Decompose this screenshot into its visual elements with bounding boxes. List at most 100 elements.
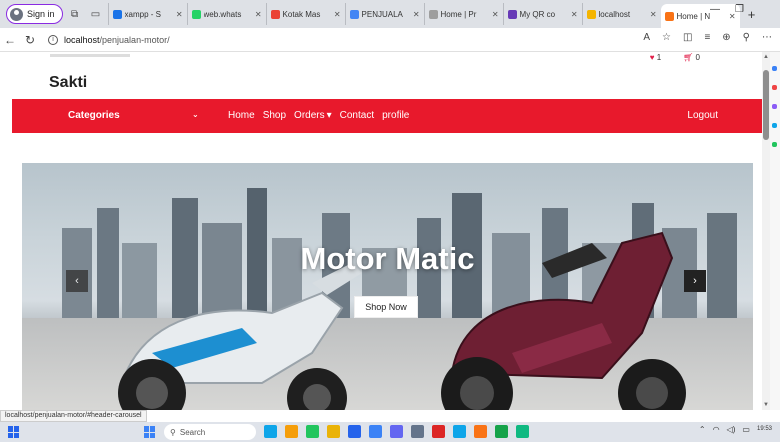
browser-tab[interactable]: Home | N ✕ [660, 4, 740, 28]
close-icon[interactable]: ✕ [413, 10, 420, 19]
refresh-button[interactable]: ↻ [20, 33, 40, 47]
wishlist-link[interactable]: ♥ 1 [650, 53, 661, 62]
taskbar-search-input[interactable]: ⚲ Search [164, 424, 256, 440]
profile-signin-button[interactable]: Sign in [6, 4, 63, 24]
close-icon[interactable]: ✕ [492, 10, 499, 19]
taskbar-app-icon[interactable] [495, 425, 508, 438]
browser-tab[interactable]: web.whats ✕ [186, 3, 266, 25]
taskbar-app-icon[interactable] [453, 425, 466, 438]
taskbar-app-icon[interactable] [369, 425, 382, 438]
taskbar-app-icon[interactable] [390, 425, 403, 438]
close-icon[interactable]: ✕ [255, 10, 262, 19]
tab-favicon-icon [270, 9, 280, 19]
carousel-title: Motor Matic [300, 241, 475, 276]
collections-icon[interactable]: ⊕ [722, 32, 730, 43]
url-field[interactable]: i localhost/penjualan-motor/ [48, 34, 170, 45]
windows-taskbar: ⚲ Search ⌃ ◠ ◁) ▭ 19:53 [0, 422, 780, 442]
shopping-icon[interactable] [772, 85, 777, 90]
cart-link[interactable]: 🛒︎ 0 [683, 53, 700, 62]
clock[interactable]: 19:53 [757, 426, 772, 433]
nav-link-profile[interactable]: profile [382, 110, 409, 121]
taskbar-app-icon[interactable] [474, 425, 487, 438]
browser-tab[interactable]: localhost ✕ [581, 3, 661, 25]
tab-title: localhost [598, 9, 631, 19]
taskbar-app-icon[interactable] [285, 425, 298, 438]
browser-tab[interactable]: Home | Pr ✕ [423, 3, 503, 25]
nav-link-home[interactable]: Home [228, 110, 255, 121]
workspaces-icon[interactable]: ⧉ [66, 5, 84, 23]
maroon-scooter-image [441, 231, 686, 410]
wishlist-count: 1 [656, 53, 662, 62]
heart-icon: ♥ [649, 53, 655, 62]
restore-button[interactable]: ❐ [735, 4, 744, 15]
new-tab-button[interactable]: + [743, 7, 761, 22]
more-menu-icon[interactable]: ⋯ [762, 32, 772, 43]
address-bar: ← ↻ i localhost/penjualan-motor/ A ☆ ◫ ≡… [0, 28, 780, 52]
close-icon[interactable]: ✕ [334, 10, 341, 19]
site-brand[interactable]: Sakti [49, 74, 87, 92]
battery-icon[interactable]: ▭ [742, 425, 750, 434]
taskbar-app-icon[interactable] [327, 425, 340, 438]
taskbar-app-icon[interactable] [348, 425, 361, 438]
taskbar-app-icon[interactable] [516, 425, 529, 438]
browser-tab[interactable]: My QR co ✕ [502, 3, 582, 25]
system-tray: ⌃ ◠ ◁) ▭ 19:53 [699, 425, 772, 434]
site-info-icon[interactable]: i [48, 34, 58, 45]
nav-link-shop[interactable]: Shop [263, 110, 286, 121]
tab-strip: xampp - S ✕ web.whats ✕ Kotak Mas ✕ PENJUALA ✕ H… [107, 0, 740, 28]
extensions-icon[interactable]: ⚲ [743, 32, 750, 43]
tab-title: PENJUALA [361, 9, 403, 19]
close-icon[interactable]: ✕ [650, 10, 657, 19]
carousel-next-button[interactable]: › [684, 270, 706, 292]
page-scrollbar[interactable]: ▲ ▼ [762, 52, 770, 410]
signin-label: Sign in [27, 9, 55, 19]
browser-tab[interactable]: xampp - S ✕ [107, 3, 187, 25]
categories-toggle[interactable]: Categories [68, 110, 120, 121]
nav-link-orders[interactable]: Orders [294, 110, 325, 121]
orders-caret-icon[interactable]: ▾ [327, 110, 332, 121]
scroll-up-icon[interactable]: ▲ [763, 54, 769, 60]
close-icon[interactable]: ✕ [571, 10, 578, 19]
logout-link[interactable]: Logout [687, 110, 718, 121]
browser-tab[interactable]: Kotak Mas ✕ [265, 3, 345, 25]
taskbar-app-icon[interactable] [411, 425, 424, 438]
read-aloud-icon[interactable]: A [643, 32, 650, 43]
taskbar-app-icon[interactable] [306, 425, 319, 438]
edge-sidebar [770, 52, 780, 410]
main-navbar: Categories ⌄ Home Shop Orders ▾ Contact profi… [12, 99, 762, 133]
start-button-icon[interactable] [144, 426, 156, 438]
tab-actions-icon[interactable]: ▭ [87, 5, 105, 23]
scroll-down-icon[interactable]: ▼ [763, 402, 769, 408]
wifi-icon[interactable]: ◠ [713, 425, 720, 434]
search-placeholder: Search [179, 427, 206, 437]
taskbar-app-icon[interactable] [432, 425, 445, 438]
header-icons: ♥ 1 🛒︎ 0 [650, 53, 700, 62]
tools-icon[interactable] [772, 104, 777, 109]
close-icon[interactable]: ✕ [176, 10, 183, 19]
games-icon[interactable] [772, 123, 777, 128]
tab-title: Home | Pr [440, 9, 477, 19]
chevron-up-icon[interactable]: ⌃ [699, 425, 706, 434]
volume-icon[interactable]: ◁) [727, 425, 736, 434]
tab-favicon-icon [112, 9, 122, 19]
scroll-thumb[interactable] [763, 70, 769, 140]
tab-favicon-icon [428, 9, 438, 19]
tab-title: My QR co [519, 9, 556, 19]
shop-now-button[interactable]: Shop Now [354, 296, 418, 318]
taskbar-app-icon[interactable] [264, 425, 277, 438]
widgets-icon[interactable] [8, 426, 20, 438]
office-icon[interactable] [772, 142, 777, 147]
favorites-list-icon[interactable]: ≡ [704, 32, 710, 43]
favorite-star-icon[interactable]: ☆ [662, 32, 671, 43]
split-screen-icon[interactable]: ◫ [683, 32, 692, 43]
chevron-down-icon[interactable]: ⌄ [192, 110, 199, 119]
back-button[interactable]: ← [0, 33, 20, 47]
topbar-strip [50, 54, 130, 57]
header-carousel: Motor Matic Shop Now ‹ › [22, 163, 753, 410]
nav-link-contact[interactable]: Contact [340, 110, 374, 121]
copilot-icon[interactable] [772, 66, 777, 71]
minimize-button[interactable]: — [710, 4, 720, 15]
tab-title: xampp - S [124, 9, 161, 19]
carousel-prev-button[interactable]: ‹ [66, 270, 88, 292]
browser-tab[interactable]: PENJUALA ✕ [344, 3, 424, 25]
